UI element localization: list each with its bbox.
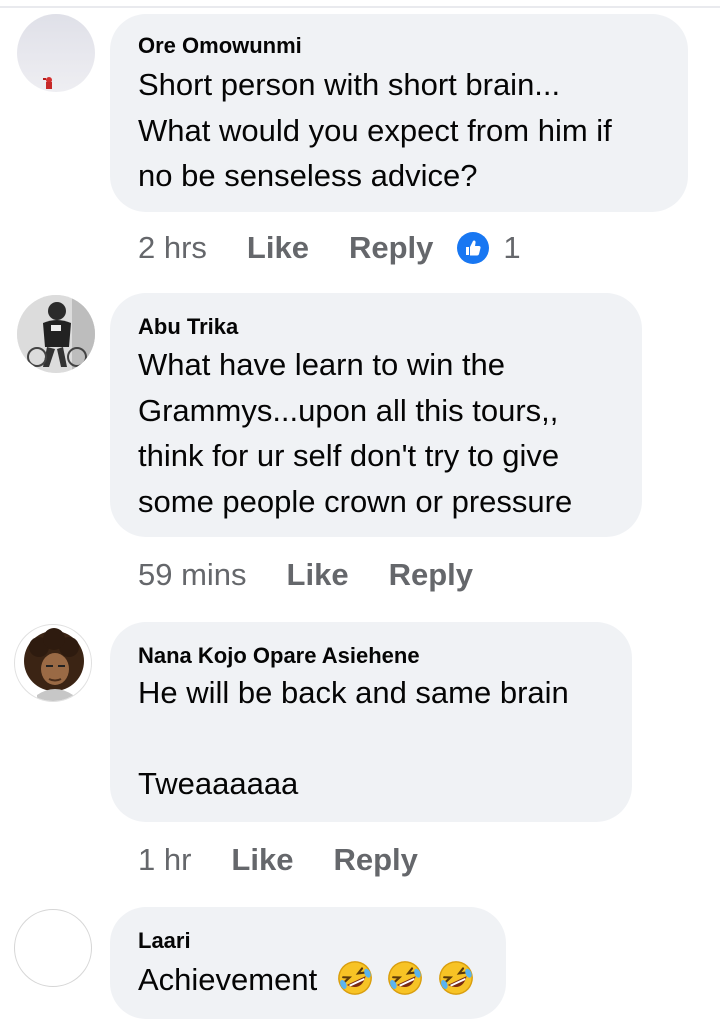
- comment-text-content: Achievement: [138, 962, 318, 997]
- comment-text: Achievement: [138, 957, 475, 1003]
- rolling-on-floor-laughing-emoji: [337, 961, 372, 995]
- comment-author[interactable]: Laari: [138, 928, 191, 954]
- rolling-on-floor-laughing-emoji: [388, 961, 423, 995]
- avatar[interactable]: [14, 909, 92, 987]
- comment-item: Laari Achievement: [0, 0, 720, 1028]
- rolling-on-floor-laughing-emoji: [439, 961, 473, 995]
